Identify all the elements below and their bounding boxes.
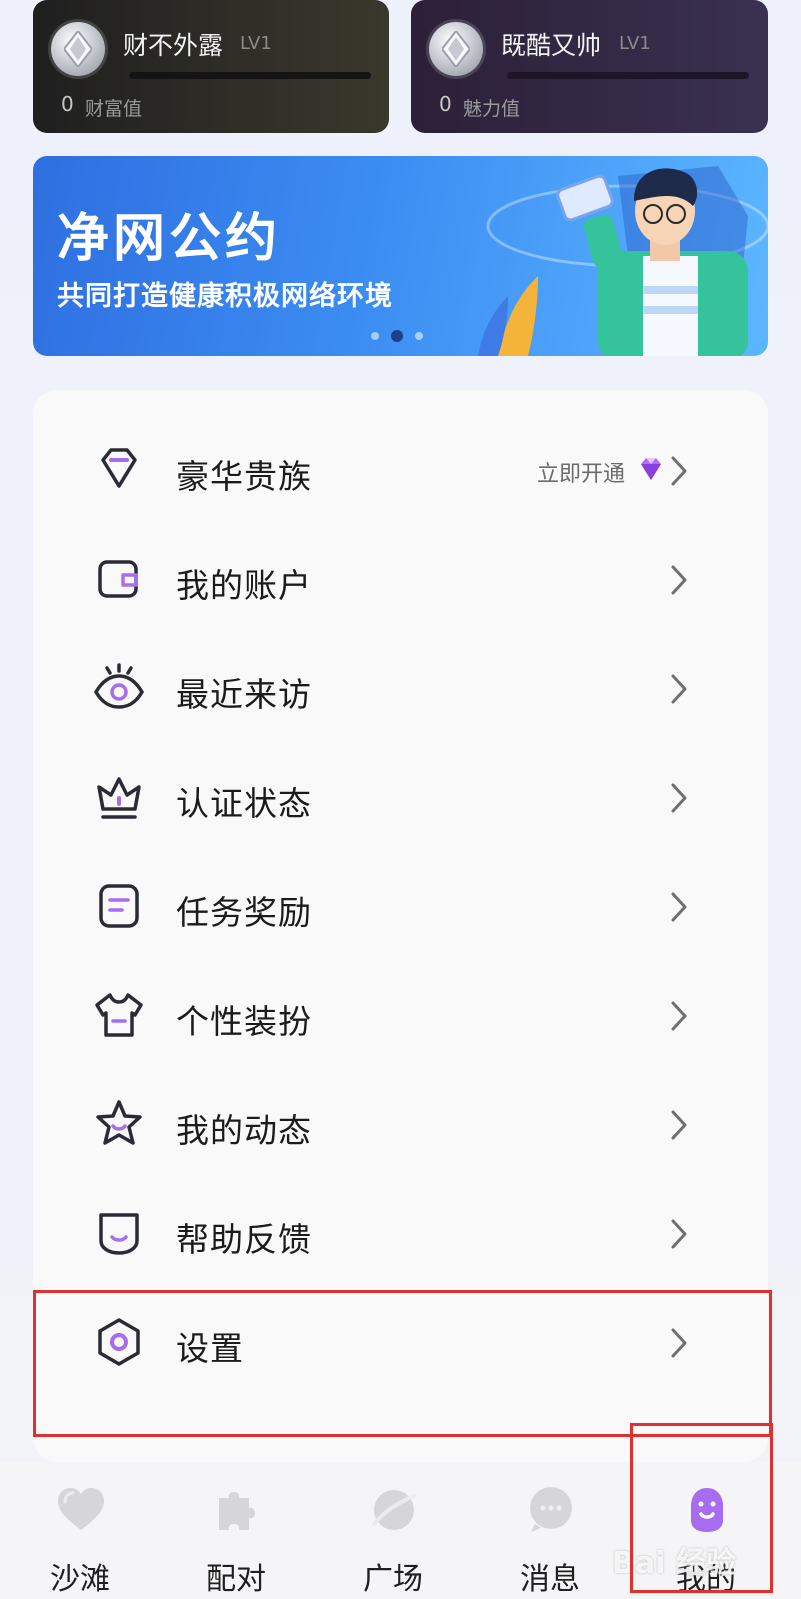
banner-title: 净网公约 <box>57 209 282 269</box>
charm-progress-bar <box>507 72 749 79</box>
charm-label: 魅力值 <box>463 98 521 120</box>
tab-square[interactable]: 广场 <box>323 1462 463 1599</box>
wealth-value: 0 <box>61 92 74 116</box>
eye-icon <box>93 663 145 709</box>
charm-level: LV1 <box>619 33 651 54</box>
tab-label: 配对 <box>206 1562 266 1597</box>
tab-label: 广场 <box>363 1562 423 1597</box>
chevron-right-icon <box>671 892 687 922</box>
tab-label: 消息 <box>520 1562 580 1597</box>
menu-item-label: 最近来访 <box>176 675 312 714</box>
heart-icon <box>58 1488 104 1530</box>
gem-icon <box>641 458 661 480</box>
planet-icon <box>372 1490 416 1530</box>
chevron-right-icon <box>671 456 687 486</box>
level-badge-icon <box>51 22 105 76</box>
wallet-icon <box>98 560 138 598</box>
carousel-indicator <box>371 330 423 342</box>
menu-item-feedback[interactable]: 帮助反馈 <box>33 1179 768 1290</box>
menu-item-label: 豪华贵族 <box>176 457 312 496</box>
chat-icon <box>530 1487 572 1532</box>
highlight-box-mine-tab <box>630 1423 773 1593</box>
menu-item-label: 我的账户 <box>176 566 312 605</box>
shirt-icon <box>95 993 143 1037</box>
tab-match[interactable]: 配对 <box>166 1462 306 1599</box>
menu-item-label: 帮助反馈 <box>176 1220 312 1259</box>
task-icon <box>99 884 139 928</box>
menu-item-label: 任务奖励 <box>176 893 312 932</box>
menu-item-account[interactable]: 我的账户 <box>33 525 768 636</box>
tab-messages[interactable]: 消息 <box>480 1462 620 1599</box>
menu-item-tasks[interactable]: 任务奖励 <box>33 852 768 963</box>
wealth-level: LV1 <box>240 33 272 54</box>
chevron-right-icon <box>671 1110 687 1140</box>
banner-subtitle: 共同打造健康积极网络环境 <box>57 281 393 312</box>
carousel-dot-active[interactable] <box>391 330 403 342</box>
wealth-label: 财富值 <box>85 98 143 120</box>
menu-item-label: 个性装扮 <box>176 1002 312 1041</box>
vip-open-text[interactable]: 立即开通 <box>537 456 625 488</box>
wealth-title: 财不外露 <box>123 31 224 60</box>
menu-item-label: 认证状态 <box>176 784 312 823</box>
charm-value: 0 <box>439 92 452 116</box>
star-icon <box>96 1100 142 1145</box>
feedback-icon <box>99 1213 139 1255</box>
carousel-dot[interactable] <box>371 332 379 340</box>
chevron-right-icon <box>671 783 687 813</box>
menu-item-luxury[interactable]: 豪华贵族 立即开通 <box>33 416 768 527</box>
charm-card[interactable]: 既酷又帅 LV1 0 魅力值 <box>411 0 768 133</box>
chevron-right-icon <box>671 565 687 595</box>
menu-item-verification[interactable]: 认证状态 <box>33 743 768 854</box>
tab-label: 沙滩 <box>50 1562 110 1597</box>
diamond-icon <box>101 448 137 488</box>
promo-banner[interactable]: 净网公约 共同打造健康积极网络环境 <box>33 156 768 356</box>
tab-beach[interactable]: 沙滩 <box>10 1462 150 1599</box>
banner-illustration <box>478 166 768 356</box>
menu-item-visitors[interactable]: 最近来访 <box>33 634 768 745</box>
chevron-right-icon <box>671 674 687 704</box>
charm-title: 既酷又帅 <box>501 31 602 60</box>
level-badge-icon <box>429 22 483 76</box>
menu-item-label: 我的动态 <box>176 1111 312 1150</box>
menu-item-dressup[interactable]: 个性装扮 <box>33 961 768 1072</box>
crown-icon <box>97 777 141 819</box>
chevron-right-icon <box>671 1219 687 1249</box>
carousel-dot[interactable] <box>415 332 423 340</box>
highlight-box-settings <box>33 1290 772 1437</box>
wealth-progress-bar <box>129 72 371 79</box>
puzzle-icon <box>219 1492 255 1530</box>
menu-item-moments[interactable]: 我的动态 <box>33 1070 768 1181</box>
wealth-card[interactable]: 财不外露 LV1 0 财富值 <box>33 0 389 133</box>
chevron-right-icon <box>671 1001 687 1031</box>
